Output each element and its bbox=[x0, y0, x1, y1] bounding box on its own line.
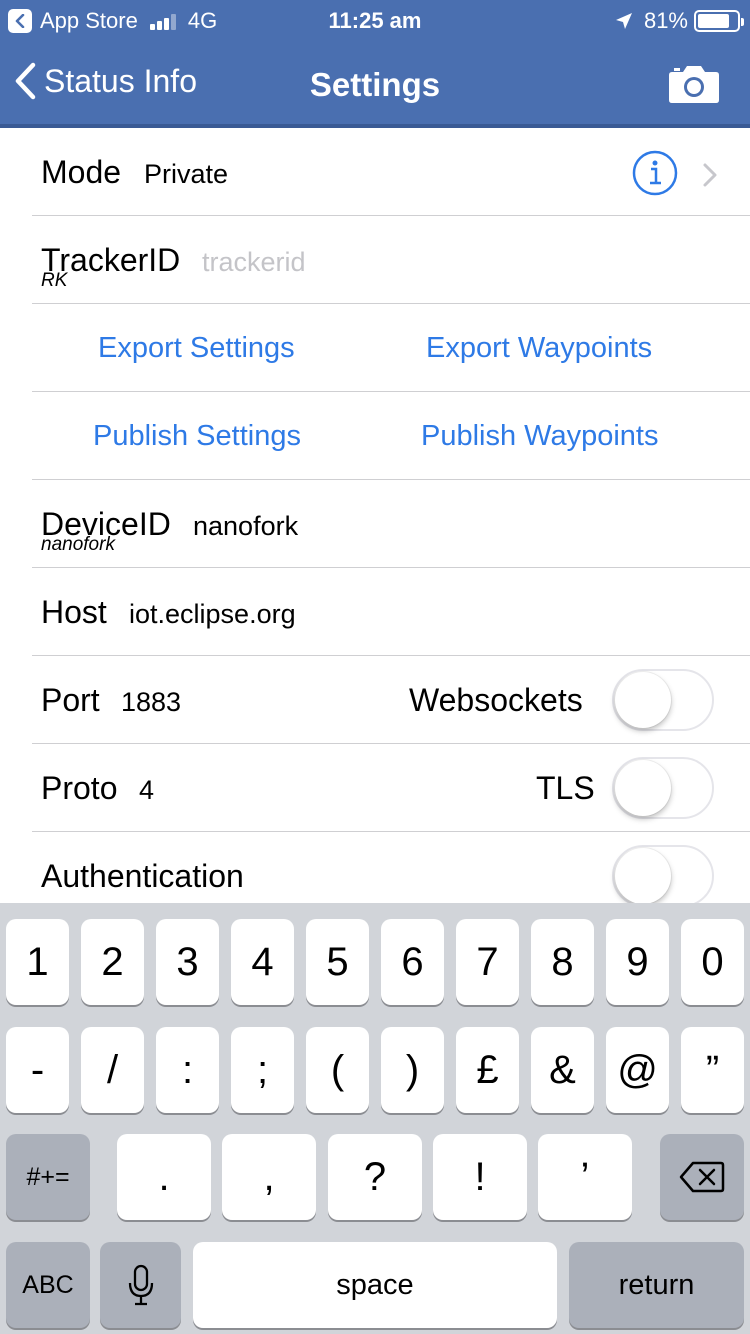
authentication-label: Authentication bbox=[41, 858, 244, 894]
key-period[interactable]: . bbox=[117, 1134, 211, 1220]
key-more-symbols[interactable]: #+= bbox=[6, 1134, 90, 1220]
key-exclamation[interactable]: ! bbox=[433, 1134, 527, 1220]
page-title: Settings bbox=[309, 66, 441, 103]
key-2[interactable]: 2 bbox=[81, 919, 144, 1005]
status-bar: App Store 4G 11:25 am 81% bbox=[0, 0, 750, 40]
key-comma[interactable]: , bbox=[222, 1134, 316, 1220]
microphone-icon bbox=[128, 1264, 153, 1306]
key-slash[interactable]: / bbox=[81, 1027, 144, 1113]
mode-label: Mode bbox=[41, 154, 122, 190]
host-input[interactable]: iot.eclipse.org bbox=[129, 599, 296, 630]
battery-percent: 81% bbox=[643, 8, 688, 33]
return-key[interactable]: return bbox=[569, 1242, 744, 1328]
battery-icon bbox=[694, 10, 744, 32]
trackerid-row: TrackerID trackerid RK bbox=[32, 216, 750, 304]
key-6[interactable]: 6 bbox=[381, 919, 444, 1005]
toggle-knob bbox=[615, 848, 671, 904]
key-3[interactable]: 3 bbox=[156, 919, 219, 1005]
key-8[interactable]: 8 bbox=[531, 919, 594, 1005]
dictation-key[interactable] bbox=[100, 1242, 181, 1328]
proto-input[interactable]: 4 bbox=[139, 775, 154, 806]
key-4[interactable]: 4 bbox=[231, 919, 294, 1005]
publish-row: Publish Settings Publish Waypoints bbox=[32, 392, 750, 480]
mode-value: Private bbox=[144, 159, 229, 189]
key-abc[interactable]: ABC bbox=[6, 1242, 90, 1328]
settings-list: Mode Private TrackerID trackerid RK Expo… bbox=[0, 128, 750, 920]
location-arrow-icon bbox=[615, 13, 632, 29]
navigation-bar: App Store 4G 11:25 am 81% Status Info Se… bbox=[0, 0, 750, 128]
trackerid-sub: RK bbox=[41, 270, 68, 291]
proto-row: Proto 4 TLS bbox=[32, 744, 750, 832]
info-icon[interactable] bbox=[632, 150, 678, 196]
port-label: Port bbox=[41, 682, 100, 718]
export-settings-button[interactable]: Export Settings bbox=[98, 332, 295, 365]
key-colon[interactable]: : bbox=[156, 1027, 219, 1113]
key-0[interactable]: 0 bbox=[681, 919, 744, 1005]
key-semicolon[interactable]: ; bbox=[231, 1027, 294, 1113]
space-key[interactable]: space bbox=[193, 1242, 557, 1328]
toggle-knob bbox=[615, 760, 671, 816]
websockets-toggle[interactable] bbox=[612, 669, 714, 731]
deviceid-sub: nanofork bbox=[41, 534, 115, 555]
camera-button[interactable] bbox=[668, 64, 720, 109]
key-at[interactable]: @ bbox=[606, 1027, 669, 1113]
host-row: Host iot.eclipse.org bbox=[32, 568, 750, 656]
host-label: Host bbox=[41, 594, 107, 630]
port-row: Port 1883 Websockets bbox=[32, 656, 750, 744]
authentication-toggle[interactable] bbox=[612, 845, 714, 907]
key-apostrophe[interactable]: ’ bbox=[538, 1134, 632, 1220]
key-pound[interactable]: £ bbox=[456, 1027, 519, 1113]
export-waypoints-button[interactable]: Export Waypoints bbox=[426, 332, 652, 365]
trackerid-input[interactable]: trackerid bbox=[202, 247, 306, 278]
key-quote[interactable]: ” bbox=[681, 1027, 744, 1113]
key-5[interactable]: 5 bbox=[306, 919, 369, 1005]
key-close-paren[interactable]: ) bbox=[381, 1027, 444, 1113]
tls-label: TLS bbox=[536, 770, 595, 806]
key-9[interactable]: 9 bbox=[606, 919, 669, 1005]
key-question[interactable]: ? bbox=[328, 1134, 422, 1220]
key-open-paren[interactable]: ( bbox=[306, 1027, 369, 1113]
publish-settings-button[interactable]: Publish Settings bbox=[93, 420, 301, 453]
tls-toggle[interactable] bbox=[612, 757, 714, 819]
camera-icon bbox=[669, 66, 719, 103]
key-7[interactable]: 7 bbox=[456, 919, 519, 1005]
deviceid-row: DeviceID nanofork nanofork bbox=[32, 480, 750, 568]
toggle-knob bbox=[615, 672, 671, 728]
websockets-label: Websockets bbox=[409, 682, 583, 718]
key-hyphen[interactable]: - bbox=[6, 1027, 69, 1113]
export-row: Export Settings Export Waypoints bbox=[32, 304, 750, 392]
proto-label: Proto bbox=[41, 770, 118, 806]
deviceid-input[interactable]: nanofork bbox=[193, 511, 298, 542]
chevron-right-icon bbox=[703, 163, 717, 187]
publish-waypoints-button[interactable]: Publish Waypoints bbox=[421, 420, 658, 453]
delete-key[interactable] bbox=[660, 1134, 744, 1220]
port-input[interactable]: 1883 bbox=[121, 687, 181, 718]
mode-row[interactable]: Mode Private bbox=[32, 128, 750, 216]
key-1[interactable]: 1 bbox=[6, 919, 69, 1005]
keyboard: 1 2 3 4 5 6 7 8 9 0 - / : ; ( ) £ & @ ” … bbox=[0, 903, 750, 1334]
backspace-icon bbox=[679, 1161, 725, 1193]
key-ampersand[interactable]: & bbox=[531, 1027, 594, 1113]
